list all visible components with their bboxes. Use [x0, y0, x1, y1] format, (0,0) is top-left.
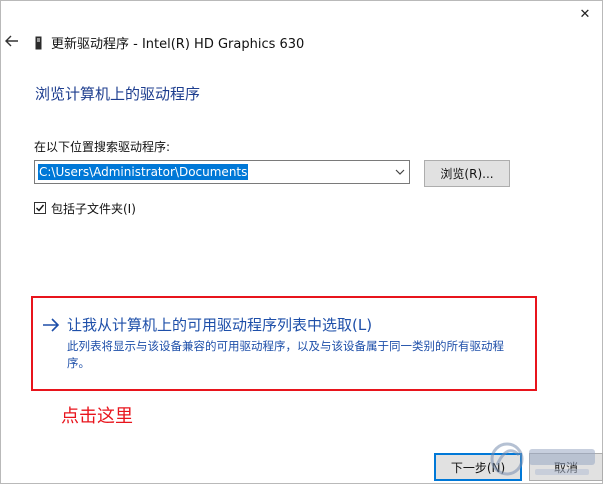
close-button[interactable]: ✕ — [568, 1, 602, 27]
update-driver-window: ✕ 更新驱动程序 - Intel(R) HD Graphics 630 浏览计算… — [0, 0, 603, 484]
pick-from-list-title[interactable]: 让我从计算机上的可用驱动程序列表中选取(L) — [67, 314, 372, 335]
pick-from-list-link[interactable]: 让我从计算机上的可用驱动程序列表中选取(L) — [41, 314, 521, 336]
check-icon — [36, 204, 45, 212]
device-icon — [35, 36, 42, 50]
watermark-logo-icon — [490, 442, 595, 476]
pick-from-list-description: 此列表将显示与该设备兼容的可用驱动程序，以及与该设备属于同一类别的所有驱动程序。 — [67, 339, 504, 370]
include-subfolders-row[interactable]: 包括子文件夹(I) — [34, 200, 136, 216]
window-title: 更新驱动程序 - Intel(R) HD Graphics 630 — [51, 37, 305, 52]
chevron-down-icon[interactable] — [393, 165, 407, 179]
click-here-annotation: 点击这里 — [61, 406, 133, 427]
include-subfolders-label: 包括子文件夹(I) — [51, 201, 136, 216]
path-combobox[interactable]: C:\Users\Administrator\Documents — [34, 160, 410, 184]
right-arrow-icon — [43, 318, 60, 332]
path-input-value[interactable]: C:\Users\Administrator\Documents — [38, 164, 249, 180]
browse-button[interactable]: 浏览(R)... — [424, 160, 510, 187]
include-subfolders-checkbox[interactable] — [34, 202, 46, 214]
page-heading: 浏览计算机上的驱动程序 — [35, 85, 201, 103]
title-bar: 更新驱动程序 - Intel(R) HD Graphics 630 — [1, 27, 602, 59]
back-arrow-icon[interactable] — [4, 33, 20, 49]
close-icon: ✕ — [579, 6, 591, 22]
search-location-label: 在以下位置搜索驱动程序: — [34, 140, 171, 154]
